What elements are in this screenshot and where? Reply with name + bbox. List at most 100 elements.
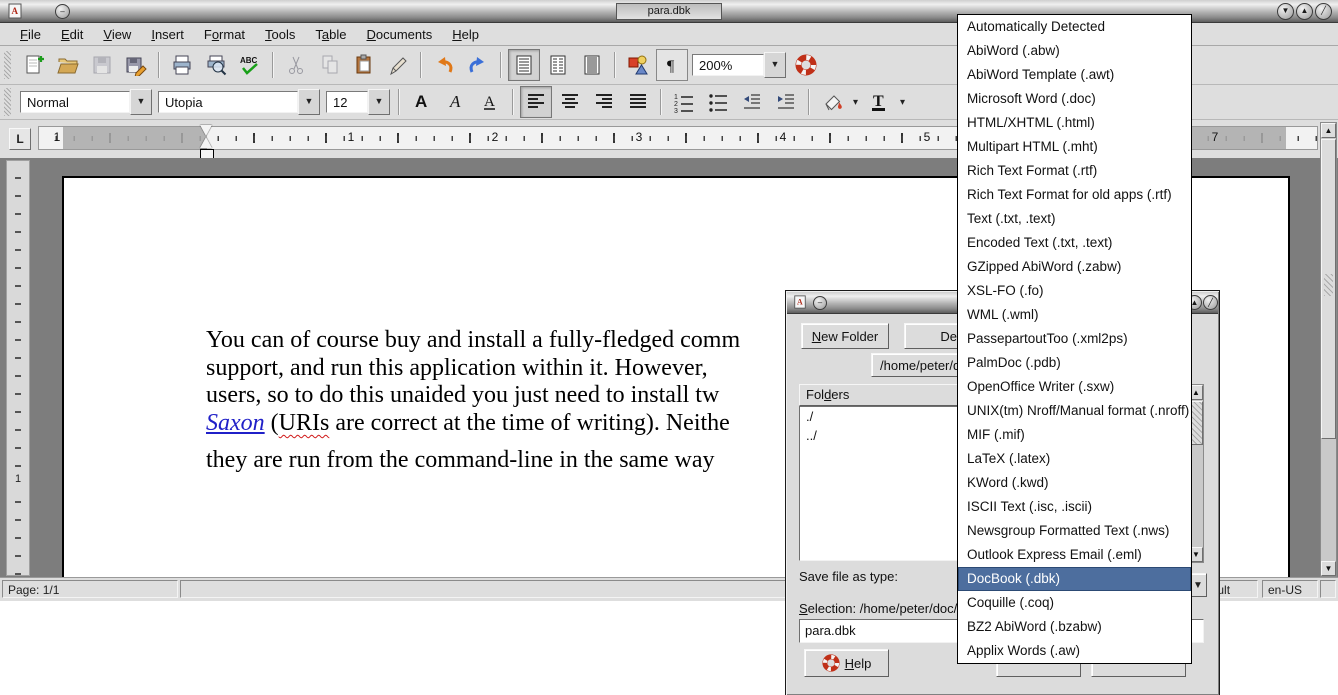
status-language-indicator[interactable]: en-US bbox=[1262, 580, 1318, 598]
format-option[interactable]: UNIX(tm) Nroff/Manual format (.nroff) bbox=[958, 399, 1191, 423]
format-option[interactable]: Rich Text Format (.rtf) bbox=[958, 159, 1191, 183]
folders-pane-header[interactable]: Folders bbox=[799, 384, 976, 406]
save-button[interactable] bbox=[86, 49, 118, 81]
tab-stop-selector[interactable]: L bbox=[9, 128, 31, 150]
print-button[interactable] bbox=[166, 49, 198, 81]
bulleted-list-button[interactable] bbox=[702, 86, 734, 118]
size-combo[interactable]: 12 ▼ bbox=[326, 89, 390, 115]
format-option[interactable]: GZipped AbiWord (.zabw) bbox=[958, 255, 1191, 279]
folder-list-item[interactable]: ./ bbox=[800, 407, 975, 426]
style-combo-value[interactable]: Normal bbox=[20, 91, 130, 113]
format-option[interactable]: Microsoft Word (.doc) bbox=[958, 87, 1191, 111]
highlight-color-button[interactable] bbox=[816, 86, 848, 118]
menu-item-table[interactable]: Table bbox=[305, 25, 356, 44]
menu-item-file[interactable]: File bbox=[10, 25, 51, 44]
format-option[interactable]: Rich Text Format for old apps (.rtf) bbox=[958, 183, 1191, 207]
stylus-button[interactable] bbox=[382, 49, 414, 81]
align-right-button[interactable] bbox=[588, 86, 620, 118]
font-combo-value[interactable]: Utopia bbox=[158, 91, 298, 113]
dialog-window-menu-button[interactable]: – bbox=[813, 296, 827, 310]
format-option[interactable]: PassepartoutToo (.xml2ps) bbox=[958, 327, 1191, 351]
format-option[interactable]: LaTeX (.latex) bbox=[958, 447, 1191, 471]
insert-shapes-button[interactable] bbox=[622, 49, 654, 81]
format-option[interactable]: PalmDoc (.pdb) bbox=[958, 351, 1191, 375]
scrollbar-thumb[interactable] bbox=[1321, 139, 1336, 439]
spellcheck-button[interactable]: ABC bbox=[234, 49, 266, 81]
format-option[interactable]: XSL-FO (.fo) bbox=[958, 279, 1191, 303]
format-option[interactable]: AbiWord (.abw) bbox=[958, 39, 1191, 63]
chevron-down-icon[interactable]: ▼ bbox=[368, 89, 390, 115]
format-option[interactable]: Coquille (.coq) bbox=[958, 591, 1191, 615]
chevron-down-icon[interactable]: ▾ bbox=[853, 97, 858, 108]
chevron-down-icon[interactable]: ▾ bbox=[900, 97, 905, 108]
format-option[interactable]: MIF (.mif) bbox=[958, 423, 1191, 447]
format-option[interactable]: OpenOffice Writer (.sxw) bbox=[958, 375, 1191, 399]
hyperlink-text[interactable]: Saxon bbox=[206, 410, 265, 436]
window-menu-button[interactable]: – bbox=[55, 4, 70, 19]
copy-button[interactable] bbox=[314, 49, 346, 81]
redo-button[interactable] bbox=[462, 49, 494, 81]
toolbar-grip[interactable] bbox=[4, 88, 11, 116]
format-option[interactable]: Text (.txt, .text) bbox=[958, 207, 1191, 231]
decrease-indent-button[interactable] bbox=[736, 86, 768, 118]
help-button[interactable] bbox=[790, 49, 822, 81]
minimize-button[interactable]: ▼ bbox=[1277, 3, 1294, 20]
folders-list[interactable]: ./../ bbox=[799, 406, 976, 561]
open-folder-button[interactable] bbox=[52, 49, 84, 81]
size-combo-value[interactable]: 12 bbox=[326, 91, 368, 113]
format-option[interactable]: HTML/XHTML (.html) bbox=[958, 111, 1191, 135]
format-option[interactable]: ISCII Text (.isc, .iscii) bbox=[958, 495, 1191, 519]
format-option[interactable]: Applix Words (.aw) bbox=[958, 639, 1191, 663]
cut-button[interactable] bbox=[280, 49, 312, 81]
menu-item-edit[interactable]: Edit bbox=[51, 25, 93, 44]
bold-button[interactable]: A bbox=[406, 86, 438, 118]
toolbar-grip[interactable] bbox=[4, 51, 11, 79]
save-as-button[interactable] bbox=[120, 49, 152, 81]
zoom-combo[interactable]: 200%▼ bbox=[692, 52, 786, 78]
format-option[interactable]: Multipart HTML (.mht) bbox=[958, 135, 1191, 159]
font-color-button[interactable]: T bbox=[863, 86, 895, 118]
chevron-down-icon[interactable]: ▼ bbox=[130, 89, 152, 115]
menu-item-tools[interactable]: Tools bbox=[255, 25, 305, 44]
increase-indent-button[interactable] bbox=[770, 86, 802, 118]
vertical-ruler[interactable]: 1 bbox=[6, 160, 30, 576]
format-option[interactable]: Encoded Text (.txt, .text) bbox=[958, 231, 1191, 255]
help-button[interactable]: Help bbox=[804, 649, 889, 677]
maximize-button[interactable]: ▲ bbox=[1296, 3, 1313, 20]
chevron-down-icon[interactable]: ▼ bbox=[764, 52, 786, 78]
view-two-columns-button[interactable] bbox=[542, 49, 574, 81]
format-option[interactable]: WML (.wml) bbox=[958, 303, 1191, 327]
menu-item-view[interactable]: View bbox=[93, 25, 141, 44]
align-left-button[interactable] bbox=[520, 86, 552, 118]
font-combo[interactable]: Utopia ▼ bbox=[158, 89, 320, 115]
format-option[interactable]: Newsgroup Formatted Text (.nws) bbox=[958, 519, 1191, 543]
new-document-button[interactable] bbox=[18, 49, 50, 81]
undo-button[interactable] bbox=[428, 49, 460, 81]
chevron-down-icon[interactable]: ▼ bbox=[298, 89, 320, 115]
menu-item-documents[interactable]: Documents bbox=[357, 25, 443, 44]
format-option[interactable]: Automatically Detected bbox=[958, 15, 1191, 39]
menu-item-format[interactable]: Format bbox=[194, 25, 255, 44]
scroll-down-icon[interactable]: ▼ bbox=[1321, 561, 1336, 576]
show-formatting-marks-button[interactable]: ¶ bbox=[656, 49, 688, 81]
align-justify-button[interactable] bbox=[622, 86, 654, 118]
format-option[interactable]: DocBook (.dbk) bbox=[958, 567, 1191, 591]
italic-button[interactable]: A bbox=[440, 86, 472, 118]
align-center-button[interactable] bbox=[554, 86, 586, 118]
print-preview-button[interactable] bbox=[200, 49, 232, 81]
format-option[interactable]: Outlook Express Email (.eml) bbox=[958, 543, 1191, 567]
view-normal-button[interactable] bbox=[508, 49, 540, 81]
indent-marker[interactable] bbox=[199, 125, 213, 149]
numbered-list-button[interactable]: 123 bbox=[668, 86, 700, 118]
zoom-combo-value[interactable]: 200% bbox=[692, 54, 764, 76]
format-option[interactable]: BZ2 AbiWord (.bzabw) bbox=[958, 615, 1191, 639]
new-folder-button[interactable]: New Folder bbox=[801, 323, 889, 349]
menu-item-insert[interactable]: Insert bbox=[141, 25, 194, 44]
view-three-columns-button[interactable] bbox=[576, 49, 608, 81]
underline-button[interactable]: A bbox=[474, 86, 506, 118]
close-button[interactable]: ╱ bbox=[1315, 3, 1332, 20]
dialog-close-button[interactable]: ╱ bbox=[1203, 295, 1218, 310]
menu-item-help[interactable]: Help bbox=[442, 25, 489, 44]
vertical-scrollbar[interactable]: ▲ ▼ bbox=[1320, 122, 1337, 577]
folder-list-item[interactable]: ../ bbox=[800, 426, 975, 445]
